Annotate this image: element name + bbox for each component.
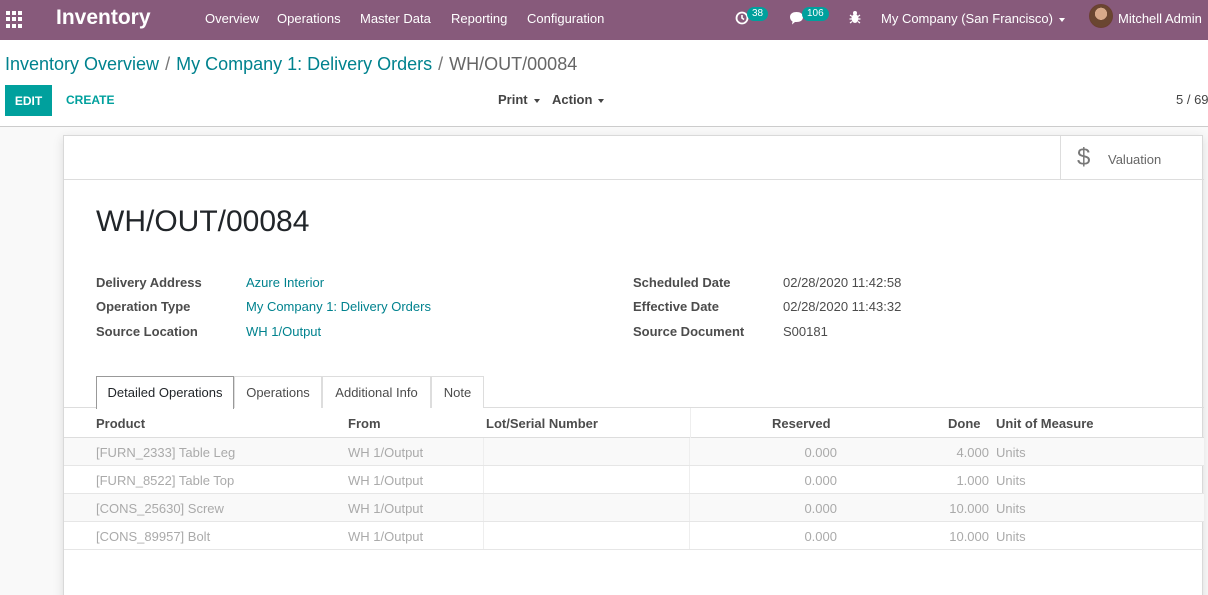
table-row[interactable]: [CONS_25630] Screw WH 1/Output 0.000 10.…: [64, 494, 1204, 522]
tab-additional-info[interactable]: Additional Info: [322, 376, 431, 408]
chevron-down-icon: [533, 98, 540, 103]
control-panel: Inventory Overview / My Company 1: Deliver…: [0, 40, 1208, 127]
create-button[interactable]: CREATE: [66, 93, 114, 107]
cell-product: [FURN_8522] Table Top: [96, 473, 235, 488]
cell-lot: [483, 494, 690, 521]
company-switcher[interactable]: My Company (San Francisco): [881, 11, 1065, 27]
cell-from: WH 1/Output: [348, 501, 424, 516]
company-name: My Company (San Francisco): [881, 11, 1053, 26]
cell-from: WH 1/Output: [348, 473, 424, 488]
avatar[interactable]: [1089, 4, 1113, 28]
column-done[interactable]: Done: [948, 416, 981, 432]
scheduled-date-label: Scheduled Date: [633, 275, 731, 290]
button-box: $ Valuation: [64, 136, 1204, 180]
breadcrumb-separator: /: [165, 54, 171, 74]
table-row[interactable]: [CONS_89957] Bolt WH 1/Output 0.000 10.0…: [64, 522, 1204, 550]
cell-uom: Units: [996, 501, 1026, 516]
source-document-value: S00181: [783, 324, 828, 339]
breadcrumb: Inventory Overview / My Company 1: Deliver…: [5, 53, 577, 75]
breadcrumb-current: WH/OUT/00084: [449, 54, 578, 74]
scheduled-date-value: 02/28/2020 11:42:58: [783, 275, 902, 290]
cell-lot: [483, 466, 690, 493]
breadcrumb-inventory-overview[interactable]: Inventory Overview: [5, 54, 159, 74]
cell-reserved: 0.000: [804, 445, 837, 460]
action-dropdown[interactable]: Action: [552, 92, 605, 107]
cell-done: 10.000: [949, 501, 989, 516]
app-name[interactable]: Inventory: [56, 6, 151, 30]
source-location-value[interactable]: WH 1/Output: [246, 324, 321, 340]
tab-detailed-operations[interactable]: Detailed Operations: [96, 376, 234, 409]
messages-badge: 106: [802, 7, 829, 21]
source-location-label: Source Location: [96, 324, 198, 339]
chevron-down-icon: [598, 98, 605, 103]
delivery-address-value[interactable]: Azure Interior: [246, 275, 324, 291]
cell-lot: [483, 438, 690, 465]
record-title: WH/OUT/00084: [96, 205, 310, 238]
tab-operations[interactable]: Operations: [234, 376, 322, 408]
effective-date-label: Effective Date: [633, 299, 719, 314]
menu-reporting[interactable]: Reporting: [451, 11, 507, 27]
print-label: Print: [498, 92, 528, 107]
cell-reserved: 0.000: [804, 473, 837, 488]
cell-uom: Units: [996, 445, 1026, 460]
notebook-tabs: Detailed Operations Operations Additiona…: [64, 376, 1204, 409]
tab-note[interactable]: Note: [431, 376, 484, 408]
print-dropdown[interactable]: Print: [498, 93, 540, 107]
table-row[interactable]: [FURN_8522] Table Top WH 1/Output 0.000 …: [64, 466, 1204, 494]
valuation-label: Valuation: [1108, 152, 1162, 167]
cell-from: WH 1/Output: [348, 445, 424, 460]
menu-overview[interactable]: Overview: [205, 11, 259, 27]
operation-type-label: Operation Type: [96, 299, 191, 314]
table-row[interactable]: [FURN_2333] Table Leg WH 1/Output 0.000 …: [64, 438, 1204, 466]
cell-product: [FURN_2333] Table Leg: [96, 445, 236, 460]
cell-lot: [483, 522, 690, 549]
cell-from: WH 1/Output: [348, 529, 424, 544]
breadcrumb-separator: /: [438, 54, 444, 74]
column-lot-serial[interactable]: Lot/Serial Number: [486, 416, 598, 432]
valuation-button[interactable]: $ Valuation: [1060, 136, 1204, 180]
effective-date-value: 02/28/2020 11:43:32: [783, 299, 902, 314]
operation-type-value[interactable]: My Company 1: Delivery Orders: [246, 299, 431, 315]
column-product[interactable]: Product: [96, 416, 145, 432]
column-divider: [690, 408, 691, 438]
action-label: Action: [552, 92, 593, 107]
cell-product: [CONS_89957] Bolt: [96, 529, 211, 544]
dollar-icon: $: [1077, 144, 1091, 171]
activity-badge: 38: [747, 7, 769, 21]
user-menu[interactable]: Mitchell Admin: [1118, 11, 1202, 27]
menu-operations[interactable]: Operations: [277, 11, 341, 27]
pager-value[interactable]: 5 / 69: [1176, 93, 1208, 107]
apps-menu-icon[interactable]: [6, 11, 23, 28]
cell-reserved: 0.000: [804, 501, 837, 516]
column-reserved[interactable]: Reserved: [772, 416, 831, 432]
menu-configuration[interactable]: Configuration: [527, 11, 604, 27]
bug-icon: [849, 11, 861, 24]
form-sheet: $ Valuation WH/OUT/00084 Delivery Addres…: [63, 135, 1204, 595]
cell-uom: Units: [996, 529, 1026, 544]
column-unit-of-measure[interactable]: Unit of Measure: [996, 416, 1094, 432]
cell-reserved: 0.000: [804, 529, 837, 544]
table-header: Product From Lot/Serial Number Reserved …: [64, 408, 1204, 438]
chevron-down-icon: [1058, 17, 1065, 22]
breadcrumb-delivery-orders[interactable]: My Company 1: Delivery Orders: [176, 54, 432, 74]
cell-uom: Units: [996, 473, 1026, 488]
column-from[interactable]: From: [348, 416, 381, 432]
debug-button[interactable]: [849, 10, 861, 27]
edit-button[interactable]: EDIT: [5, 85, 52, 116]
cell-done: 10.000: [949, 529, 989, 544]
cell-done: 4.000: [956, 445, 989, 460]
top-navbar: Inventory Overview Operations Master Dat…: [0, 0, 1208, 40]
menu-master-data[interactable]: Master Data: [360, 11, 431, 27]
cell-product: [CONS_25630] Screw: [96, 501, 224, 516]
cell-done: 1.000: [956, 473, 989, 488]
delivery-address-label: Delivery Address: [96, 275, 202, 290]
source-document-label: Source Document: [633, 324, 745, 339]
